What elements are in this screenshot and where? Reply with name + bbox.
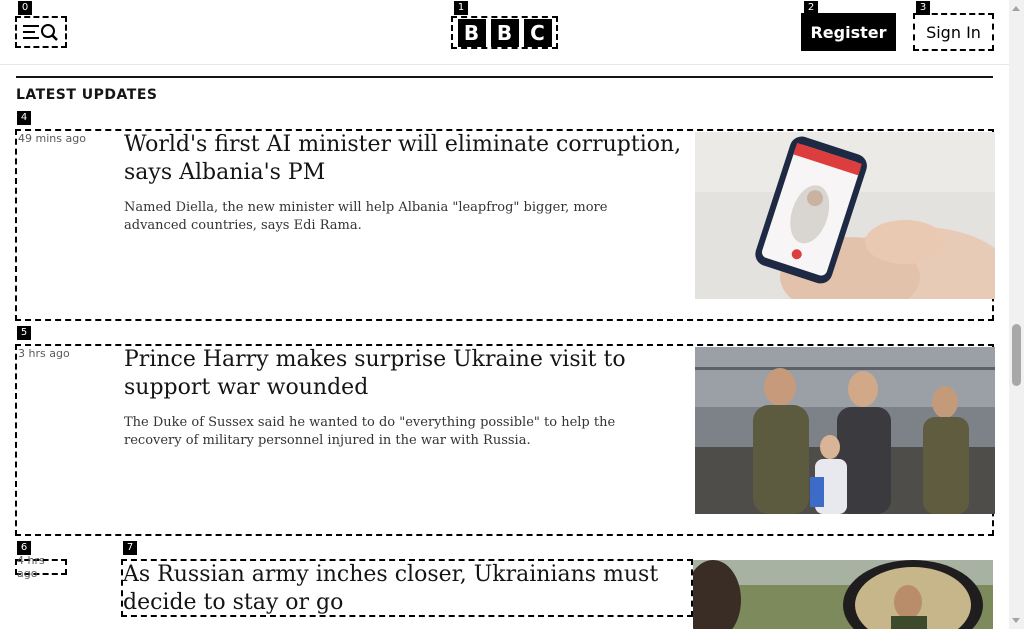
scroll-up-arrow-icon[interactable] xyxy=(1012,6,1020,11)
article-headline[interactable]: World's first AI minister will eliminate… xyxy=(124,131,684,187)
section-title: LATEST UPDATES xyxy=(16,87,158,103)
element-tag: 0 xyxy=(18,1,32,15)
element-tag: 7 xyxy=(123,541,137,555)
element-tag: 4 xyxy=(17,111,31,125)
article-card[interactable]: 3 hrs ago Prince Harry makes surprise Uk… xyxy=(15,344,995,536)
article-thumbnail xyxy=(695,132,995,299)
element-tag: 5 xyxy=(17,326,31,340)
article-card[interactable]: 49 mins ago World's first AI minister wi… xyxy=(15,129,995,321)
register-button[interactable]: Register xyxy=(801,13,896,51)
sign-in-button[interactable]: Sign In xyxy=(913,13,994,51)
article-timestamp: 49 mins ago xyxy=(18,132,86,145)
bbc-logo[interactable]: B B C xyxy=(451,16,558,49)
element-tag: 1 xyxy=(454,1,468,15)
article-timestamp: 3 hrs ago xyxy=(18,347,70,360)
menu-search-icon xyxy=(23,24,58,41)
logo-letter-b2: B xyxy=(490,18,519,47)
element-tag: 6 xyxy=(17,541,31,555)
logo-letter-c: C xyxy=(523,18,552,47)
menu-search-button[interactable] xyxy=(15,16,67,48)
article-headline[interactable]: As Russian army inches closer, Ukrainian… xyxy=(123,561,683,617)
scrollbar-thumb[interactable] xyxy=(1012,324,1021,386)
scroll-down-arrow-icon[interactable] xyxy=(1012,618,1020,623)
page-scrollbar[interactable] xyxy=(1009,0,1024,629)
article-headline[interactable]: Prince Harry makes surprise Ukraine visi… xyxy=(124,346,684,402)
article-thumbnail xyxy=(695,347,995,514)
site-header: B B C Register Sign In xyxy=(0,0,1009,65)
article-summary: Named Diella, the new minister will help… xyxy=(124,200,608,233)
article-summary: The Duke of Sussex said he wanted to do … xyxy=(124,415,616,448)
element-tag: 3 xyxy=(916,1,930,15)
section-divider xyxy=(16,76,993,78)
element-tag: 2 xyxy=(804,1,818,15)
logo-letter-b1: B xyxy=(457,18,486,47)
article-thumbnail xyxy=(693,560,993,629)
article-headline-link[interactable]: As Russian army inches closer, Ukrainian… xyxy=(121,559,693,617)
article-timestamp[interactable]: 4 hrs ago xyxy=(15,554,67,580)
